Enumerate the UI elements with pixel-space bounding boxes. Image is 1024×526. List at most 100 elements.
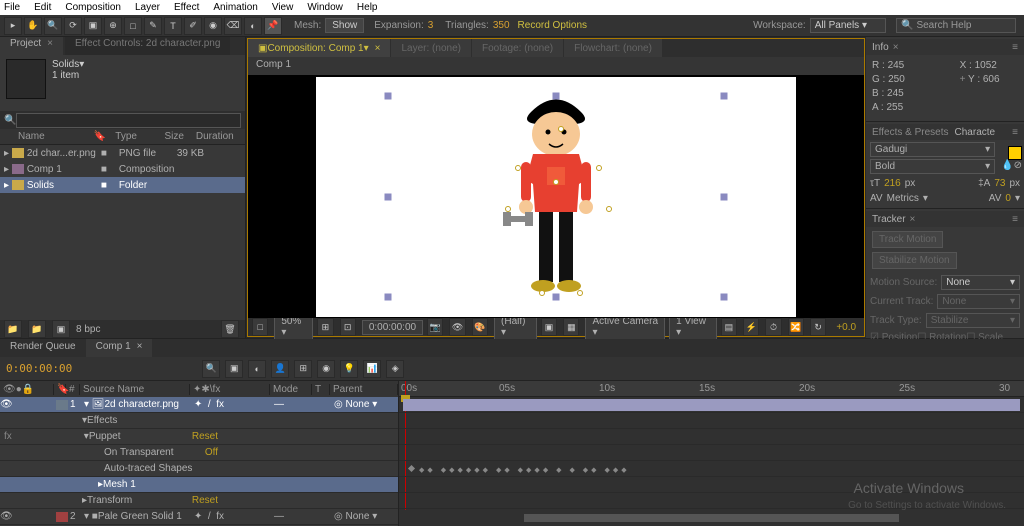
zoom-tool-icon[interactable]: 🔍 xyxy=(44,17,62,35)
expansion-value[interactable]: 3 xyxy=(428,20,434,31)
close-icon[interactable]: × xyxy=(137,341,143,352)
menu-layer[interactable]: Layer xyxy=(135,2,160,13)
current-track-dropdown[interactable]: None▾ xyxy=(937,294,1020,309)
eyedropper-icon[interactable]: 💧 xyxy=(1001,160,1013,171)
new-folder-icon[interactable]: 📁 xyxy=(28,320,46,338)
tracking-value[interactable]: 0 xyxy=(1005,193,1011,204)
show-snap-icon[interactable]: 👁 xyxy=(449,318,465,336)
kerning-dropdown[interactable]: Metrics xyxy=(887,193,919,204)
time-display[interactable]: 0:00:00:00 xyxy=(362,320,423,335)
menu-effect[interactable]: Effect xyxy=(174,2,199,13)
help-search-input[interactable]: 🔍Search Help xyxy=(896,18,1016,33)
menu-file[interactable]: File xyxy=(4,2,20,13)
project-tab[interactable]: Project× xyxy=(0,37,63,55)
viewer[interactable] xyxy=(248,75,864,318)
menu-animation[interactable]: Animation xyxy=(213,2,257,13)
tracker-panel-title[interactable]: Tracker xyxy=(872,214,906,225)
effects-group[interactable]: ▾ Effects xyxy=(0,413,398,429)
brush-tool-icon[interactable]: ✐ xyxy=(184,17,202,35)
comp-flow-icon[interactable]: 🔀 xyxy=(788,318,804,336)
comp-mini-icon[interactable]: ▣ xyxy=(225,360,243,378)
snapshot-icon[interactable]: 📷 xyxy=(427,318,443,336)
close-icon[interactable]: × xyxy=(893,42,899,53)
layer-clip[interactable] xyxy=(403,399,1020,411)
timeline-icon[interactable]: ⏱ xyxy=(765,318,781,336)
timeline-comp-tab[interactable]: Comp 1× xyxy=(86,339,153,357)
close-icon[interactable]: × xyxy=(910,214,916,225)
trash-icon[interactable]: 🗑 xyxy=(221,320,239,338)
panel-menu-icon[interactable]: ≡ xyxy=(1012,42,1018,53)
project-row[interactable]: ▸ Comp 1■ Composition xyxy=(0,161,245,177)
effects-presets-tab[interactable]: Effects & Presets xyxy=(872,127,949,138)
layer-row[interactable]: 👁 2 ▾ ■ Pale Green Solid 1 ✦ / fx — ◎ No… xyxy=(0,509,398,525)
puppet-effect[interactable]: fx▾ PuppetReset xyxy=(0,429,398,445)
character-tab[interactable]: Characte xyxy=(955,127,996,138)
menu-edit[interactable]: Edit xyxy=(34,2,51,13)
no-fill-icon[interactable]: ⊘ xyxy=(1014,160,1022,171)
layer-tab[interactable]: Layer: (none) xyxy=(391,39,470,57)
render-queue-tab[interactable]: Render Queue xyxy=(0,339,86,357)
workspace-dropdown[interactable]: All Panels ▾ xyxy=(810,18,886,33)
new-comp-icon[interactable]: ▣ xyxy=(52,320,70,338)
motion-blur-icon[interactable]: ◉ xyxy=(317,360,335,378)
mask-icon[interactable]: □ xyxy=(252,318,268,336)
auto-keyframe-icon[interactable]: ◈ xyxy=(386,360,404,378)
brainstorm-icon[interactable]: 💡 xyxy=(340,360,358,378)
close-icon[interactable]: × xyxy=(47,38,53,49)
comp-tab[interactable]: ▣ Composition: Comp 1 ▾× xyxy=(248,39,390,57)
eraser-tool-icon[interactable]: ⌫ xyxy=(224,17,242,35)
fill-color-swatch[interactable] xyxy=(1008,146,1022,160)
roi-icon[interactable]: ▣ xyxy=(541,318,557,336)
draft-3d-icon[interactable]: ◐ xyxy=(248,360,266,378)
shy-icon[interactable]: 👤 xyxy=(271,360,289,378)
footage-tab[interactable]: Footage: (none) xyxy=(472,39,563,57)
track-type-dropdown[interactable]: Stabilize▾ xyxy=(926,313,1020,328)
font-family-dropdown[interactable]: Gadugi▾ xyxy=(870,142,995,157)
mesh-prop[interactable]: ▸ Mesh 1 xyxy=(0,477,398,493)
search-layers-icon[interactable]: 🔍 xyxy=(202,360,220,378)
info-panel-title[interactable]: Info xyxy=(872,42,889,53)
col-duration[interactable]: Duration xyxy=(196,131,245,142)
graph-editor-icon[interactable]: 📊 xyxy=(363,360,381,378)
hand-tool-icon[interactable]: ✋ xyxy=(24,17,42,35)
col-size[interactable]: Size xyxy=(164,131,195,142)
puppet-tool-icon[interactable]: 📌 xyxy=(264,17,282,35)
px-aspect-icon[interactable]: ▤ xyxy=(721,318,737,336)
col-label[interactable]: 🔖 xyxy=(94,131,116,142)
panel-menu-icon[interactable]: ≡ xyxy=(1012,127,1018,138)
stabilize-button[interactable]: Stabilize Motion xyxy=(872,252,957,269)
auto-traced-prop[interactable]: Auto-traced Shapes xyxy=(0,461,398,477)
selection-tool-icon[interactable]: ▸ xyxy=(4,17,22,35)
menu-view[interactable]: View xyxy=(272,2,294,13)
close-icon[interactable]: × xyxy=(375,43,381,54)
effect-controls-tab[interactable]: Effect Controls: 2d character.png xyxy=(65,37,230,55)
font-size-value[interactable]: 216 xyxy=(884,178,901,189)
comp-subtab[interactable]: Comp 1 xyxy=(248,57,864,75)
layer-row[interactable]: 👁 1 ▾ 🖼 2d character.png ✦ / fx — ◎ None… xyxy=(0,397,398,413)
res-icon[interactable]: ⊞ xyxy=(317,318,333,336)
track-motion-button[interactable]: Track Motion xyxy=(872,231,943,248)
reset-exp-icon[interactable]: ↻ xyxy=(810,318,826,336)
menu-composition[interactable]: Composition xyxy=(65,2,121,13)
panel-menu-icon[interactable]: ≡ xyxy=(1012,214,1018,225)
pan-behind-tool-icon[interactable]: ⊕ xyxy=(104,17,122,35)
rotate-tool-icon[interactable]: ⟳ xyxy=(64,17,82,35)
text-tool-icon[interactable]: T xyxy=(164,17,182,35)
roto-tool-icon[interactable]: ◐ xyxy=(244,17,262,35)
transform-group[interactable]: ▸ TransformReset xyxy=(0,493,398,509)
on-transparent-prop[interactable]: On TransparentOff xyxy=(0,445,398,461)
project-search-input[interactable] xyxy=(16,113,241,128)
project-row[interactable]: ▸ 2d char...er.png■ PNG file39 KB xyxy=(0,145,245,161)
fast-preview-icon[interactable]: ⚡ xyxy=(743,318,759,336)
exposure-value[interactable]: +0.0 xyxy=(832,322,860,333)
zoom-slider[interactable] xyxy=(524,514,899,522)
font-weight-dropdown[interactable]: Bold▾ xyxy=(870,159,995,174)
channel-icon[interactable]: 🎨 xyxy=(472,318,488,336)
bpc-label[interactable]: 8 bpc xyxy=(76,324,100,335)
interpret-icon[interactable]: 📁 xyxy=(4,320,22,338)
grid-icon[interactable]: ⊡ xyxy=(340,318,356,336)
record-options-link[interactable]: Record Options xyxy=(518,20,587,31)
motion-source-dropdown[interactable]: None▾ xyxy=(941,275,1020,290)
time-ruler[interactable]: 00s 05s 10s 15s 20s 25s 30 xyxy=(399,381,1024,397)
pen-tool-icon[interactable]: ✎ xyxy=(144,17,162,35)
